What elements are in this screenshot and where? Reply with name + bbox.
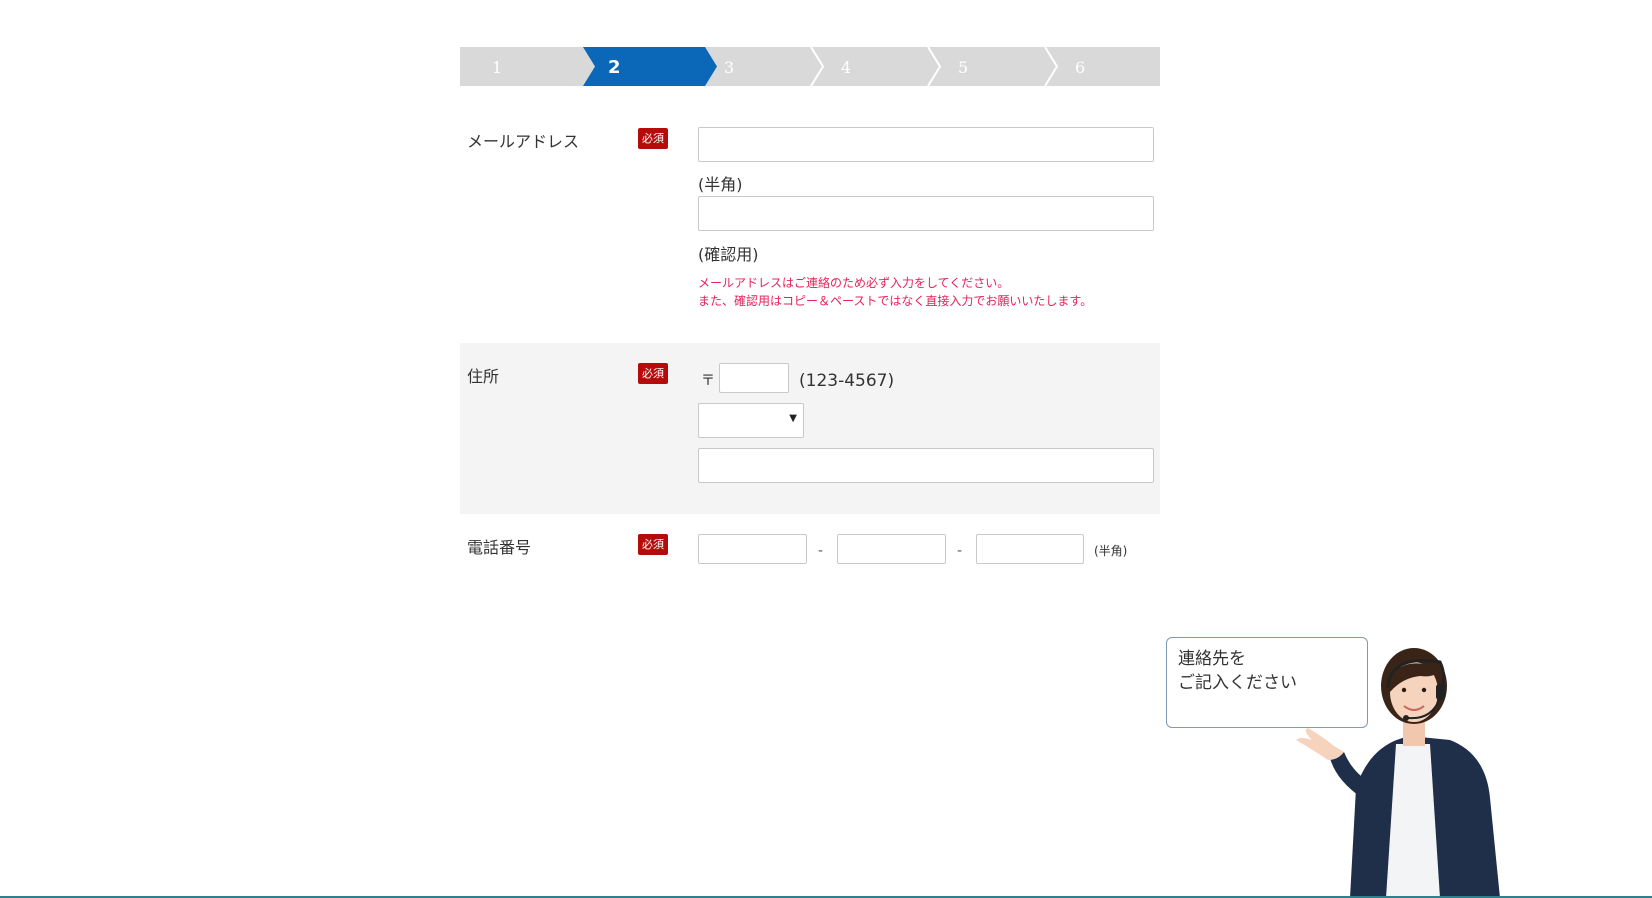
email-input[interactable]	[698, 127, 1154, 162]
phone-separator: -	[818, 543, 824, 559]
phone-separator: -	[957, 543, 963, 559]
step-3: 3	[724, 58, 735, 77]
phone-section: 電話番号 必須 - - (半角)	[460, 514, 1160, 584]
email-label: メールアドレス	[467, 132, 580, 151]
email-half-width-note: (半角)	[698, 175, 743, 194]
step-6: 6	[1075, 58, 1086, 77]
prefecture-select[interactable]: ▼	[698, 403, 804, 438]
step-2-active: 2	[608, 57, 621, 78]
step-progress-bar: 1 2 3 4 5 6	[460, 47, 1160, 86]
step-divider	[1044, 47, 1059, 86]
address-label: 住所	[467, 367, 500, 386]
phone-half-width-note: (半角)	[1094, 544, 1128, 558]
phone-part-2-input[interactable]	[837, 534, 946, 564]
email-warning-line-1: メールアドレスはご連絡のため必ず入力をしてください。	[698, 276, 1010, 290]
phone-part-1-input[interactable]	[698, 534, 807, 564]
required-badge: 必須	[638, 534, 668, 555]
step-1: 1	[492, 58, 503, 77]
email-confirm-input[interactable]	[698, 196, 1154, 231]
required-badge: 必須	[638, 363, 668, 384]
postal-mark: 〒	[701, 373, 715, 389]
step-arrows	[583, 47, 1059, 86]
step-divider	[927, 47, 942, 86]
operator-woman-illustration	[1296, 648, 1500, 898]
street-address-input[interactable]	[698, 448, 1154, 483]
step-divider	[810, 47, 825, 86]
step-4: 4	[841, 58, 852, 77]
email-section: メールアドレス 必須 (半角) (確認用) メールアドレスはご連絡のため必ず入力…	[460, 119, 1160, 343]
postal-code-input[interactable]	[719, 363, 789, 393]
required-badge: 必須	[638, 128, 668, 149]
phone-part-3-input[interactable]	[976, 534, 1084, 564]
address-section: 住所 必須 〒 (123-4567) ▼	[460, 343, 1160, 514]
email-warning-line-2: また、確認用はコピー＆ペーストではなく直接入力でお願いいたします。	[698, 294, 1093, 308]
email-confirm-note: (確認用)	[698, 245, 759, 264]
page: 1 2 3 4 5 6 メールアドレス 必須 (半角) (確認用) メールアドレ…	[0, 0, 1652, 898]
phone-label: 電話番号	[467, 538, 532, 557]
step-5: 5	[958, 58, 969, 77]
chevron-down-icon: ▼	[789, 413, 797, 424]
postal-code-hint: (123-4567)	[799, 371, 895, 391]
step-active-arrow	[583, 47, 717, 86]
